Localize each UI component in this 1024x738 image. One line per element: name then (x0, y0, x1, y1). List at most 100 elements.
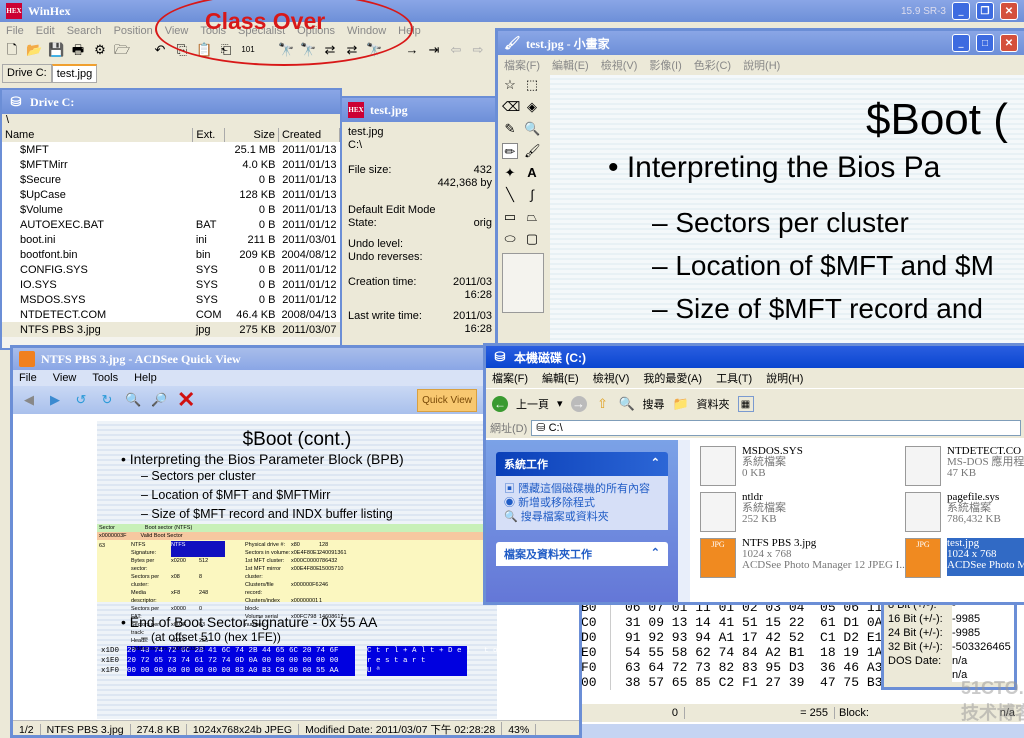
file-row[interactable]: $UpCase 128 KB 2011/01/13 (2, 187, 340, 202)
file-icon-item[interactable]: MSDOS.SYS 系統檔案 0 KB (700, 446, 905, 486)
acdsee-menu-view[interactable]: View (53, 372, 77, 384)
explorer-menu-tools[interactable]: 工具(T) (716, 370, 752, 386)
open-disk-icon[interactable]: 🗁 (114, 42, 130, 58)
acdsee-menu-file[interactable]: File (19, 372, 37, 384)
menu-edit[interactable]: Edit (36, 25, 55, 37)
properties-icon[interactable]: ⚙ (92, 42, 108, 58)
paint-menu-edit[interactable]: 編輯(E) (552, 57, 589, 73)
paint-minimize-button[interactable]: _ (952, 34, 970, 52)
zoom-out-icon[interactable]: 🔎 (151, 392, 167, 408)
file-row[interactable]: IO.SYS SYS 0 B 2011/01/12 (2, 277, 340, 292)
brush-icon[interactable]: 🖌 (524, 143, 541, 159)
collapse-icon[interactable]: ⌃ (651, 546, 660, 562)
line-icon[interactable]: ╲ (502, 187, 518, 203)
task-search[interactable]: 🔍 搜尋檔案或資料夾 (504, 510, 660, 524)
file-icon-item[interactable]: ntldr 系統檔案 252 KB (700, 492, 905, 532)
file-row[interactable]: bootfont.bin bin 209 KB 2004/08/12 (2, 247, 340, 262)
task-hide-contents[interactable]: ▣ 隱藏這個磁碟機的所有內容 (504, 482, 660, 496)
rect-select-icon[interactable]: ⬚ (524, 77, 540, 93)
file-row[interactable]: $Volume 0 B 2011/01/13 (2, 202, 340, 217)
task-add-remove[interactable]: ◉ 新增或移除程式 (504, 496, 660, 510)
explorer-menu-edit[interactable]: 編輯(E) (542, 370, 579, 386)
paint-menu-image[interactable]: 影像(I) (649, 57, 681, 73)
back-icon[interactable]: ⇦ (448, 42, 464, 58)
file-row[interactable]: MSDOS.SYS SYS 0 B 2011/01/12 (2, 292, 340, 307)
airbrush-icon[interactable]: ✦ (502, 165, 518, 181)
paint-menu-view[interactable]: 檢視(V) (601, 57, 638, 73)
file-icon-item[interactable]: NTDETECT.CO MS-DOS 應用程 47 KB (905, 446, 1024, 486)
goto-offset-icon[interactable]: → (404, 42, 420, 58)
magnifier-icon[interactable]: 🔍 (524, 121, 540, 137)
previous-icon[interactable]: ◀ (21, 392, 37, 408)
restore-button[interactable]: ❐ (976, 2, 994, 20)
explorer-menu-help[interactable]: 說明(H) (766, 370, 803, 386)
file-row[interactable]: $Secure 0 B 2011/01/13 (2, 172, 340, 187)
rounded-rect-icon[interactable]: ▢ (524, 231, 540, 247)
back-arrow-icon[interactable]: ← (492, 395, 508, 412)
rotate-right-icon[interactable]: ↻ (99, 392, 115, 408)
forward-arrow-icon[interactable]: → (570, 395, 587, 412)
paint-menu-help[interactable]: 說明(H) (743, 57, 780, 73)
eraser-icon[interactable]: ⌫ (502, 99, 520, 115)
undo-icon[interactable]: ↶ (152, 42, 168, 58)
fill-icon[interactable]: ◈ (524, 99, 540, 115)
file-row[interactable]: boot.ini ini 211 B 2011/03/01 (2, 232, 340, 247)
menu-search[interactable]: Search (67, 25, 102, 37)
rectangle-icon[interactable]: ▭ (502, 209, 518, 225)
goto-sector-icon[interactable]: ⇥ (426, 42, 442, 58)
file-row[interactable]: AUTOEXEC.BAT BAT 0 B 2011/01/12 (2, 217, 340, 232)
menu-file[interactable]: File (6, 25, 24, 37)
file-icon-item[interactable]: JPG NTFS PBS 3.jpg 1024 x 768 ACDSee Photo … (700, 538, 905, 578)
curve-icon[interactable]: ∫ (524, 187, 540, 203)
save-icon[interactable]: 💾 (48, 42, 64, 58)
system-tasks-header[interactable]: 系統工作 ⌃ (496, 452, 668, 476)
text-icon[interactable]: A (524, 165, 540, 181)
file-row[interactable]: CONFIG.SYS SYS 0 B 2011/01/12 (2, 262, 340, 277)
acdsee-menu-tools[interactable]: Tools (92, 372, 118, 384)
rotate-left-icon[interactable]: ↺ (73, 392, 89, 408)
col-name[interactable]: Name (2, 128, 194, 142)
menu-position[interactable]: Position (114, 25, 153, 37)
file-icon-item[interactable]: pagefile.sys 系統檔案 786,432 KB (905, 492, 1024, 532)
minimize-button[interactable]: _ (952, 2, 970, 20)
acdsee-menu-help[interactable]: Help (134, 372, 157, 384)
views-icon[interactable]: ▦ (737, 395, 754, 412)
explorer-menu-view[interactable]: 檢視(V) (593, 370, 630, 386)
delete-icon[interactable]: ✕ (177, 389, 195, 411)
color-picker-icon[interactable]: ✎ (502, 121, 518, 137)
file-row[interactable]: $MFT 25.1 MB 2011/01/13 (2, 142, 340, 157)
zoom-in-icon[interactable]: 🔍 (125, 392, 141, 408)
collapse-icon[interactable]: ⌃ (651, 456, 660, 472)
folders-button[interactable]: 資料夾 (697, 396, 730, 412)
file-icon-item[interactable]: JPG test.jpg 1024 x 768 ACDSee Photo M (905, 538, 1024, 578)
tool-options[interactable] (502, 253, 544, 313)
file-row[interactable]: NTDETECT.COM COM 46.4 KB 2008/04/13 (2, 307, 340, 322)
new-icon[interactable]: 🗋 (4, 42, 20, 58)
ellipse-icon[interactable]: ⬭ (502, 231, 518, 247)
file-row[interactable]: $MFTMirr 4.0 KB 2011/01/13 (2, 157, 340, 172)
paint-menu-file[interactable]: 檔案(F) (504, 57, 540, 73)
paint-maximize-button[interactable]: □ (976, 34, 994, 52)
vertical-scrollbar[interactable] (678, 440, 690, 602)
open-icon[interactable]: 📂 (26, 42, 42, 58)
search-button[interactable]: 搜尋 (643, 396, 665, 412)
forward-icon[interactable]: ⇨ (470, 42, 486, 58)
back-button[interactable]: 上一頁 (516, 396, 549, 412)
quick-view-button[interactable]: Quick View (417, 388, 477, 412)
free-select-icon[interactable]: ☆ (502, 77, 518, 93)
paint-close-button[interactable]: ✕ (1000, 34, 1018, 52)
explorer-menu-favorites[interactable]: 我的最愛(A) (643, 370, 702, 386)
col-created[interactable]: Created (278, 128, 340, 142)
horizontal-scrollbar[interactable] (581, 724, 1024, 738)
tab-test-jpg[interactable]: test.jpg (51, 64, 98, 83)
explorer-menu-file[interactable]: 檔案(F) (492, 370, 528, 386)
col-size[interactable]: Size (224, 128, 279, 142)
image-view[interactable]: $Boot (cont.) • Interpreting the Bios Pa… (97, 421, 498, 719)
address-input[interactable]: ⛁ C:\ (531, 420, 1021, 436)
col-ext[interactable]: Ext. (192, 128, 226, 142)
next-icon[interactable]: ▶ (47, 392, 63, 408)
tab-drive-c[interactable]: Drive C: (2, 64, 52, 83)
file-row[interactable]: NTFS PBS 3.jpg jpg 275 KB 2011/03/07 (2, 322, 340, 337)
close-button[interactable]: ✕ (1000, 2, 1018, 20)
pencil-icon[interactable]: ✏ (502, 143, 518, 159)
